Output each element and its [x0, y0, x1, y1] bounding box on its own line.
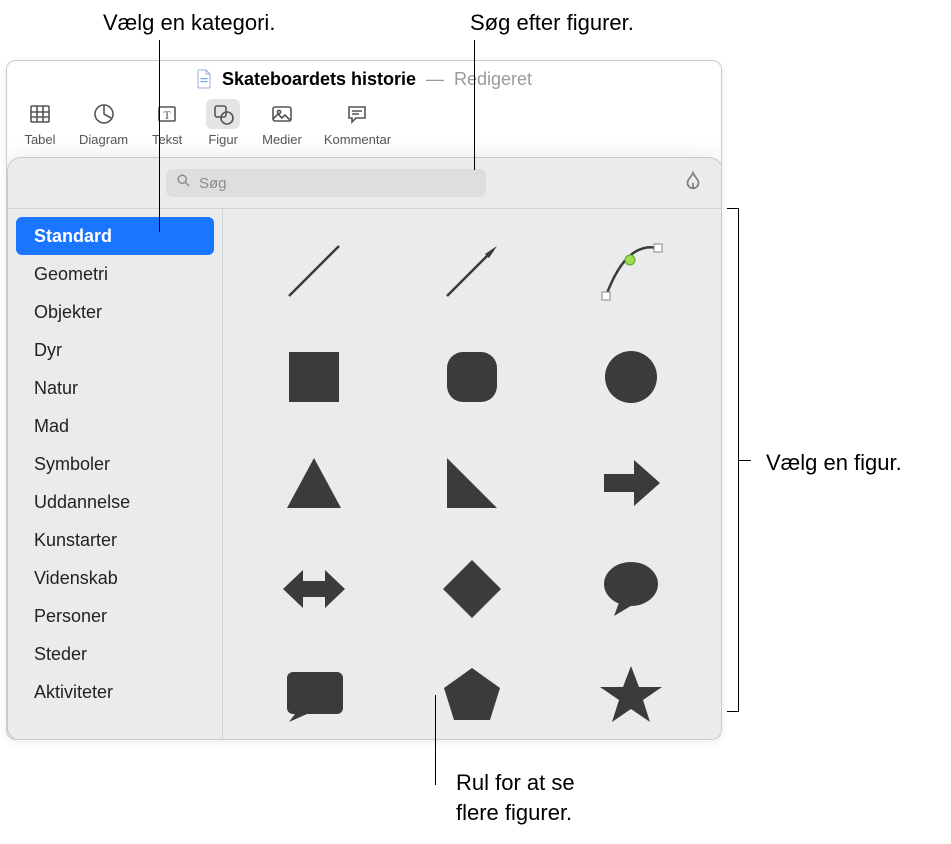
- sidebar-item-label: Mad: [34, 416, 69, 437]
- sidebar-item-label: Uddannelse: [34, 492, 130, 513]
- sidebar-item-aktiviteter[interactable]: Aktiviteter: [16, 673, 214, 711]
- callout-line: [159, 40, 160, 232]
- callout-line: [474, 40, 475, 170]
- sidebar-item-steder[interactable]: Steder: [16, 635, 214, 673]
- sidebar-item-kunstarter[interactable]: Kunstarter: [16, 521, 214, 559]
- sidebar-item-geometri[interactable]: Geometri: [16, 255, 214, 293]
- toolbar-button-chart[interactable]: Diagram: [79, 99, 128, 147]
- sidebar-item-mad[interactable]: Mad: [16, 407, 214, 445]
- shape-diamond[interactable]: [427, 544, 517, 634]
- document-status: Redigeret: [454, 69, 532, 90]
- toolbar: Tabel Diagram T Tekst Figur Medier: [7, 97, 721, 155]
- media-icon: [265, 99, 299, 129]
- sidebar-item-label: Symboler: [34, 454, 110, 475]
- shape-arrow-right[interactable]: [586, 438, 676, 528]
- sidebar-item-label: Kunstarter: [34, 530, 117, 551]
- app-window: Skateboardets historie — Redigeret Tabel…: [6, 60, 722, 740]
- popover-body: Standard Geometri Objekter Dyr Natur Mad Symbo…: [8, 208, 722, 740]
- svg-text:T: T: [163, 108, 171, 122]
- toolbar-button-comment[interactable]: Kommentar: [324, 99, 391, 147]
- bracket: [738, 208, 739, 712]
- shape-circle[interactable]: [586, 332, 676, 422]
- shape-square[interactable]: [269, 332, 359, 422]
- sidebar-item-label: Dyr: [34, 340, 62, 361]
- shape-speech-bubble[interactable]: [586, 544, 676, 634]
- sidebar-item-uddannelse[interactable]: Uddannelse: [16, 483, 214, 521]
- sidebar-item-symboler[interactable]: Symboler: [16, 445, 214, 483]
- search-box[interactable]: [166, 169, 486, 197]
- text-icon: T: [150, 99, 184, 129]
- callout-scroll: Rul for at se flere figurer.: [456, 768, 575, 827]
- callout-line: [435, 695, 436, 785]
- shapes-popover: Standard Geometri Objekter Dyr Natur Mad Symbo…: [7, 157, 722, 740]
- sidebar-item-label: Objekter: [34, 302, 102, 323]
- shape-right-triangle[interactable]: [427, 438, 517, 528]
- callout-search: Søg efter figurer.: [470, 8, 634, 38]
- search-input[interactable]: [199, 175, 476, 192]
- shape-icon: [206, 99, 240, 129]
- callout-category: Vælg en kategori.: [103, 8, 275, 38]
- sidebar-item-videnskab[interactable]: Videnskab: [16, 559, 214, 597]
- search-icon: [176, 173, 191, 193]
- shape-callout-square[interactable]: [269, 650, 359, 740]
- category-sidebar: Standard Geometri Objekter Dyr Natur Mad Symbo…: [8, 209, 223, 740]
- sidebar-item-label: Aktiviteter: [34, 682, 113, 703]
- shape-curve[interactable]: [586, 226, 676, 316]
- shape-pentagon[interactable]: [427, 650, 517, 740]
- shape-arrow-both[interactable]: [269, 544, 359, 634]
- table-icon: [23, 99, 57, 129]
- document-icon: [196, 69, 212, 89]
- sidebar-item-natur[interactable]: Natur: [16, 369, 214, 407]
- shape-star[interactable]: [586, 650, 676, 740]
- sidebar-item-objekter[interactable]: Objekter: [16, 293, 214, 331]
- shapes-grid[interactable]: [223, 209, 722, 740]
- toolbar-button-text[interactable]: T Tekst: [150, 99, 184, 147]
- toolbar-label: Medier: [262, 132, 302, 147]
- sidebar-item-label: Steder: [34, 644, 87, 665]
- sidebar-item-label: Videnskab: [34, 568, 118, 589]
- document-title: Skateboardets historie: [222, 69, 416, 90]
- sidebar-item-standard[interactable]: Standard: [16, 217, 214, 255]
- toolbar-button-media[interactable]: Medier: [262, 99, 302, 147]
- popover-header: [8, 158, 722, 208]
- toolbar-button-table[interactable]: Tabel: [23, 99, 57, 147]
- sidebar-item-label: Natur: [34, 378, 78, 399]
- shape-triangle[interactable]: [269, 438, 359, 528]
- sidebar-item-label: Geometri: [34, 264, 108, 285]
- shape-line[interactable]: [269, 226, 359, 316]
- toolbar-button-shape[interactable]: Figur: [206, 99, 240, 147]
- toolbar-label: Tekst: [152, 132, 182, 147]
- sidebar-item-label: Standard: [34, 226, 112, 247]
- chart-icon: [87, 99, 121, 129]
- sidebar-item-personer[interactable]: Personer: [16, 597, 214, 635]
- comment-icon: [340, 99, 374, 129]
- shape-rounded-square[interactable]: [427, 332, 517, 422]
- toolbar-label: Kommentar: [324, 132, 391, 147]
- titlebar: Skateboardets historie — Redigeret: [7, 61, 721, 97]
- toolbar-label: Tabel: [24, 132, 55, 147]
- sidebar-item-label: Personer: [34, 606, 107, 627]
- toolbar-label: Figur: [208, 132, 238, 147]
- toolbar-label: Diagram: [79, 132, 128, 147]
- sidebar-item-dyr[interactable]: Dyr: [16, 331, 214, 369]
- callout-pick: Vælg en figur.: [766, 448, 902, 478]
- separator: —: [426, 69, 444, 90]
- pen-icon[interactable]: [682, 170, 704, 197]
- shape-arrow-line[interactable]: [427, 226, 517, 316]
